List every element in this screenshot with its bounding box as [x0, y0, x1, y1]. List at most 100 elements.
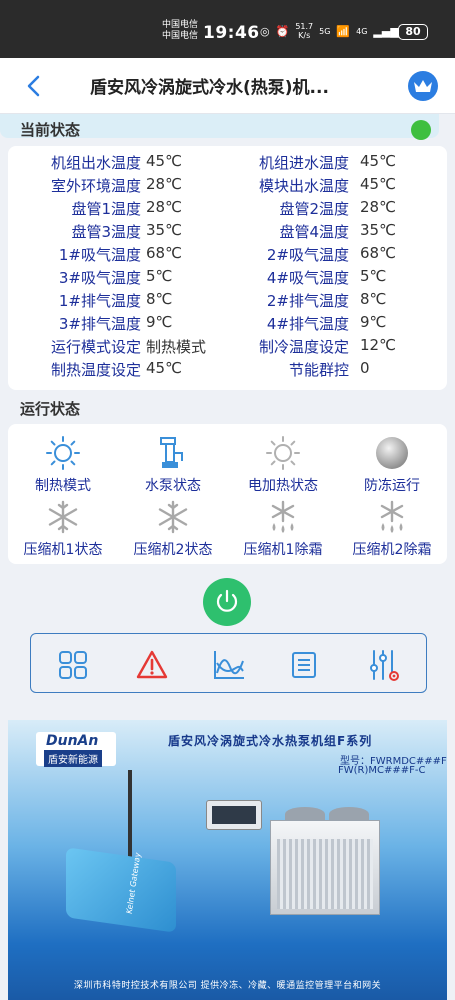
- status-value: 28℃: [146, 198, 182, 216]
- antenna-image: [128, 770, 132, 860]
- run-item-label: 压缩机2除霜: [352, 542, 432, 558]
- grid-icon: [59, 651, 87, 679]
- status-value: 68℃: [360, 244, 396, 262]
- status-value: 9℃: [360, 313, 387, 331]
- status-label: 室外环境温度: [50, 177, 141, 195]
- battery-icon: 80: [398, 24, 428, 40]
- snowflake-icon: [158, 500, 188, 534]
- controller-screen: [212, 806, 256, 824]
- network-speed-value: 51.7: [295, 22, 314, 31]
- status-label: 3#吸气温度: [58, 269, 141, 287]
- alarm-button[interactable]: [135, 648, 169, 682]
- status-value: 28℃: [146, 175, 182, 193]
- status-row: 盘管3温度 35℃ 盘管4温度 35℃: [8, 219, 447, 242]
- vip-button[interactable]: [408, 71, 438, 101]
- page-title: 盾安风冷涡旋式冷水(热泵)机...: [90, 78, 329, 98]
- function-toolbar: [30, 633, 427, 693]
- banner-title: 盾安风冷涡旋式冷水热泵机组F系列: [168, 734, 373, 748]
- banner-model-2: FW(R)MC###F-C: [338, 765, 426, 776]
- network-5g: 5G: [319, 26, 331, 36]
- snowflake-icon: [48, 500, 78, 534]
- chevron-left-icon: [27, 75, 40, 97]
- status-row: 1#排气温度 8℃ 2#排气温度 8℃: [8, 288, 447, 311]
- status-label: 盘管3温度: [71, 223, 141, 241]
- status-label: 机组进水温度: [258, 154, 349, 172]
- signal-icon: ▂▄▆: [373, 24, 399, 38]
- settings-button[interactable]: [367, 648, 401, 682]
- status-value: 制热模式: [146, 338, 207, 356]
- status-label: 盘管2温度: [279, 200, 349, 218]
- status-label: 4#吸气温度: [266, 269, 349, 287]
- status-row: 制热温度设定 45℃ 节能群控 0: [8, 357, 447, 380]
- status-label: 机组出水温度: [50, 154, 141, 172]
- status-label: 3#排气温度: [58, 315, 141, 333]
- status-label: 盘管1温度: [71, 200, 141, 218]
- run-status-card: 制热模式 水泵状态 电加热状态 防冻运行 压缩机1状态 压缩机2状态 压缩机1除…: [8, 424, 447, 564]
- status-value: 5℃: [146, 267, 173, 285]
- status-value: 45℃: [360, 175, 396, 193]
- carrier-1: 中国电信: [162, 20, 199, 30]
- run-item-label: 电加热状态: [248, 478, 318, 494]
- brand-logo-text: DunAn: [46, 733, 99, 749]
- status-value: 28℃: [360, 198, 396, 216]
- run-item-electric-heating: 电加热状态: [228, 434, 338, 495]
- network-speed: 51.7 K/s: [295, 22, 313, 40]
- status-value: 9℃: [146, 313, 173, 331]
- banner-footer: 深圳市科特时控技术有限公司 提供冷冻、冷藏、暖通监控管理平台和网关: [73, 981, 382, 991]
- list-icon: [292, 652, 316, 678]
- controller-panel-image: [206, 800, 262, 830]
- nfc-icon: ◎: [260, 24, 270, 38]
- wifi-icon: 📶: [336, 24, 351, 38]
- settings-icon: [370, 650, 399, 681]
- gateway-brand: Kelnet: [124, 888, 138, 916]
- chart-button[interactable]: [212, 648, 246, 682]
- back-button[interactable]: [20, 72, 48, 100]
- unit-grill: [277, 839, 373, 909]
- run-item-compressor-1: 压缩机1状态: [8, 498, 118, 559]
- network-speed-unit: K/s: [298, 31, 311, 40]
- gateway-label-text: Gateway: [128, 851, 143, 889]
- carrier-labels: 中国电信 中国电信: [162, 20, 198, 42]
- system-status-bar: 中国电信 中国电信 19:46 ◎ ⏰ 51.7 K/s 5G 📶 4G ▂▄▆…: [0, 0, 455, 58]
- run-item-compressor-2-defrost: 压缩机2除霜: [337, 498, 447, 559]
- status-icons: ◎ ⏰ 51.7 K/s 5G 📶 4G ▂▄▆: [260, 22, 399, 40]
- run-item-label: 压缩机1状态: [23, 542, 103, 558]
- sun-icon: [46, 436, 80, 470]
- run-item-label: 压缩机2状态: [133, 542, 213, 558]
- product-banner: DunAn 盾安新能源 盾安风冷涡旋式冷水热泵机组F系列 型号：FWRMDC##…: [8, 720, 447, 1000]
- status-value: 45℃: [146, 359, 182, 377]
- defrost-icon: [271, 500, 295, 533]
- ball-icon: [376, 437, 408, 469]
- run-item-compressor-1-defrost: 压缩机1除霜: [228, 498, 338, 559]
- power-icon: [216, 589, 238, 612]
- status-label: 盘管4温度: [279, 223, 349, 241]
- status-label: 制热温度设定: [50, 361, 141, 379]
- run-status-title: 运行状态: [20, 400, 81, 418]
- status-value: 45℃: [360, 152, 396, 170]
- dashboard-button[interactable]: [56, 648, 90, 682]
- status-row: 3#排气温度 9℃ 4#排气温度 9℃: [8, 311, 447, 334]
- run-item-heating-mode: 制热模式: [8, 434, 118, 495]
- carrier-2: 中国电信: [162, 31, 199, 41]
- status-label: 节能群控: [288, 361, 349, 379]
- list-button[interactable]: [287, 648, 321, 682]
- status-row: 运行模式设定 制热模式 制冷温度设定 12℃: [8, 334, 447, 357]
- power-button[interactable]: [203, 578, 251, 626]
- status-label: 2#排气温度: [266, 292, 349, 310]
- current-status-title: 当前状态: [20, 121, 81, 139]
- status-label: 4#排气温度: [266, 315, 349, 333]
- status-value: 68℃: [146, 244, 182, 262]
- run-item-label: 水泵状态: [145, 478, 201, 494]
- alarm-clock-icon: ⏰: [275, 24, 290, 38]
- network-4g: 4G: [356, 26, 368, 36]
- chart-icon: [214, 651, 244, 679]
- status-value: 45℃: [146, 152, 182, 170]
- gateway-device-image: Kelnet Gateway: [66, 847, 176, 933]
- status-value: 8℃: [146, 290, 173, 308]
- brand-logo-subtext: 盾安新能源: [44, 750, 102, 767]
- brand-logo: DunAn 盾安新能源: [36, 732, 116, 767]
- status-row: 机组出水温度 45℃ 机组进水温度 45℃: [8, 150, 447, 173]
- run-item-compressor-2: 压缩机2状态: [118, 498, 228, 559]
- status-row: 室外环境温度 28℃ 模块出水温度 45℃: [8, 173, 447, 196]
- pump-icon: [160, 437, 183, 468]
